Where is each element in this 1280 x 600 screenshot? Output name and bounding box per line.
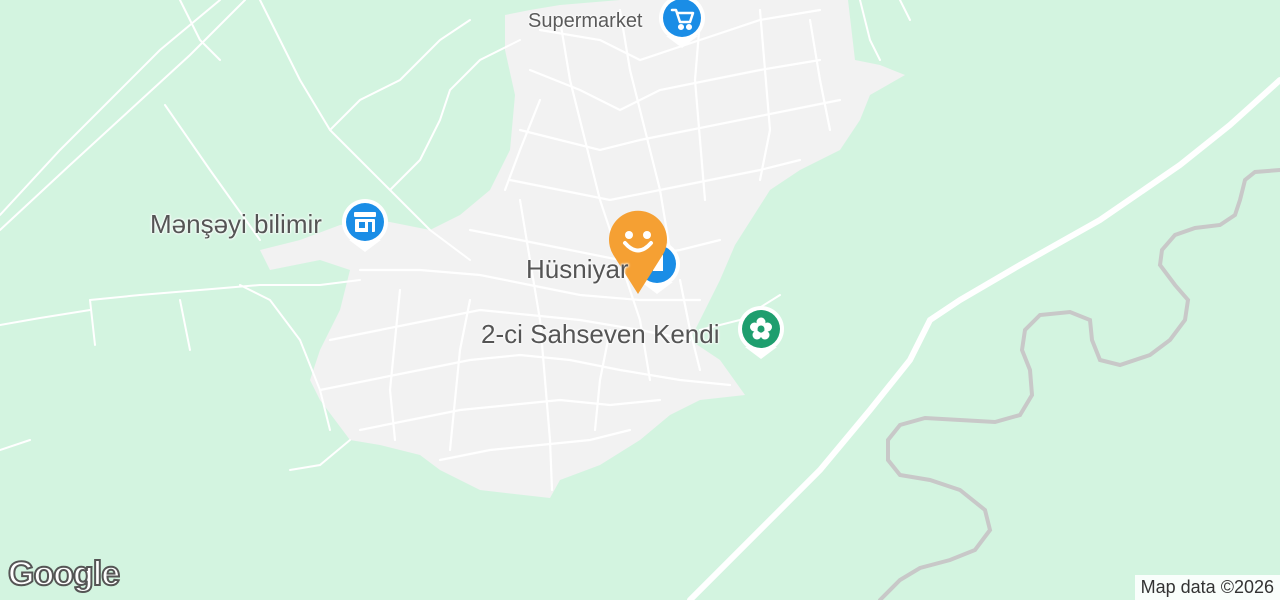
map-canvas[interactable] bbox=[0, 0, 1280, 600]
store-icon bbox=[354, 212, 376, 232]
google-logo: Google bbox=[7, 554, 121, 594]
place-label-supermarket[interactable]: Supermarket bbox=[528, 10, 643, 33]
place-label-sahseven[interactable]: 2-ci Sahseven Kendi bbox=[481, 319, 719, 350]
place-label-husniyar[interactable]: Hüsniyar bbox=[526, 254, 629, 285]
place-label-mensheyi[interactable]: Mənşəyi bilimir bbox=[150, 209, 322, 240]
map-attribution[interactable]: Map data ©2026 bbox=[1134, 575, 1280, 600]
